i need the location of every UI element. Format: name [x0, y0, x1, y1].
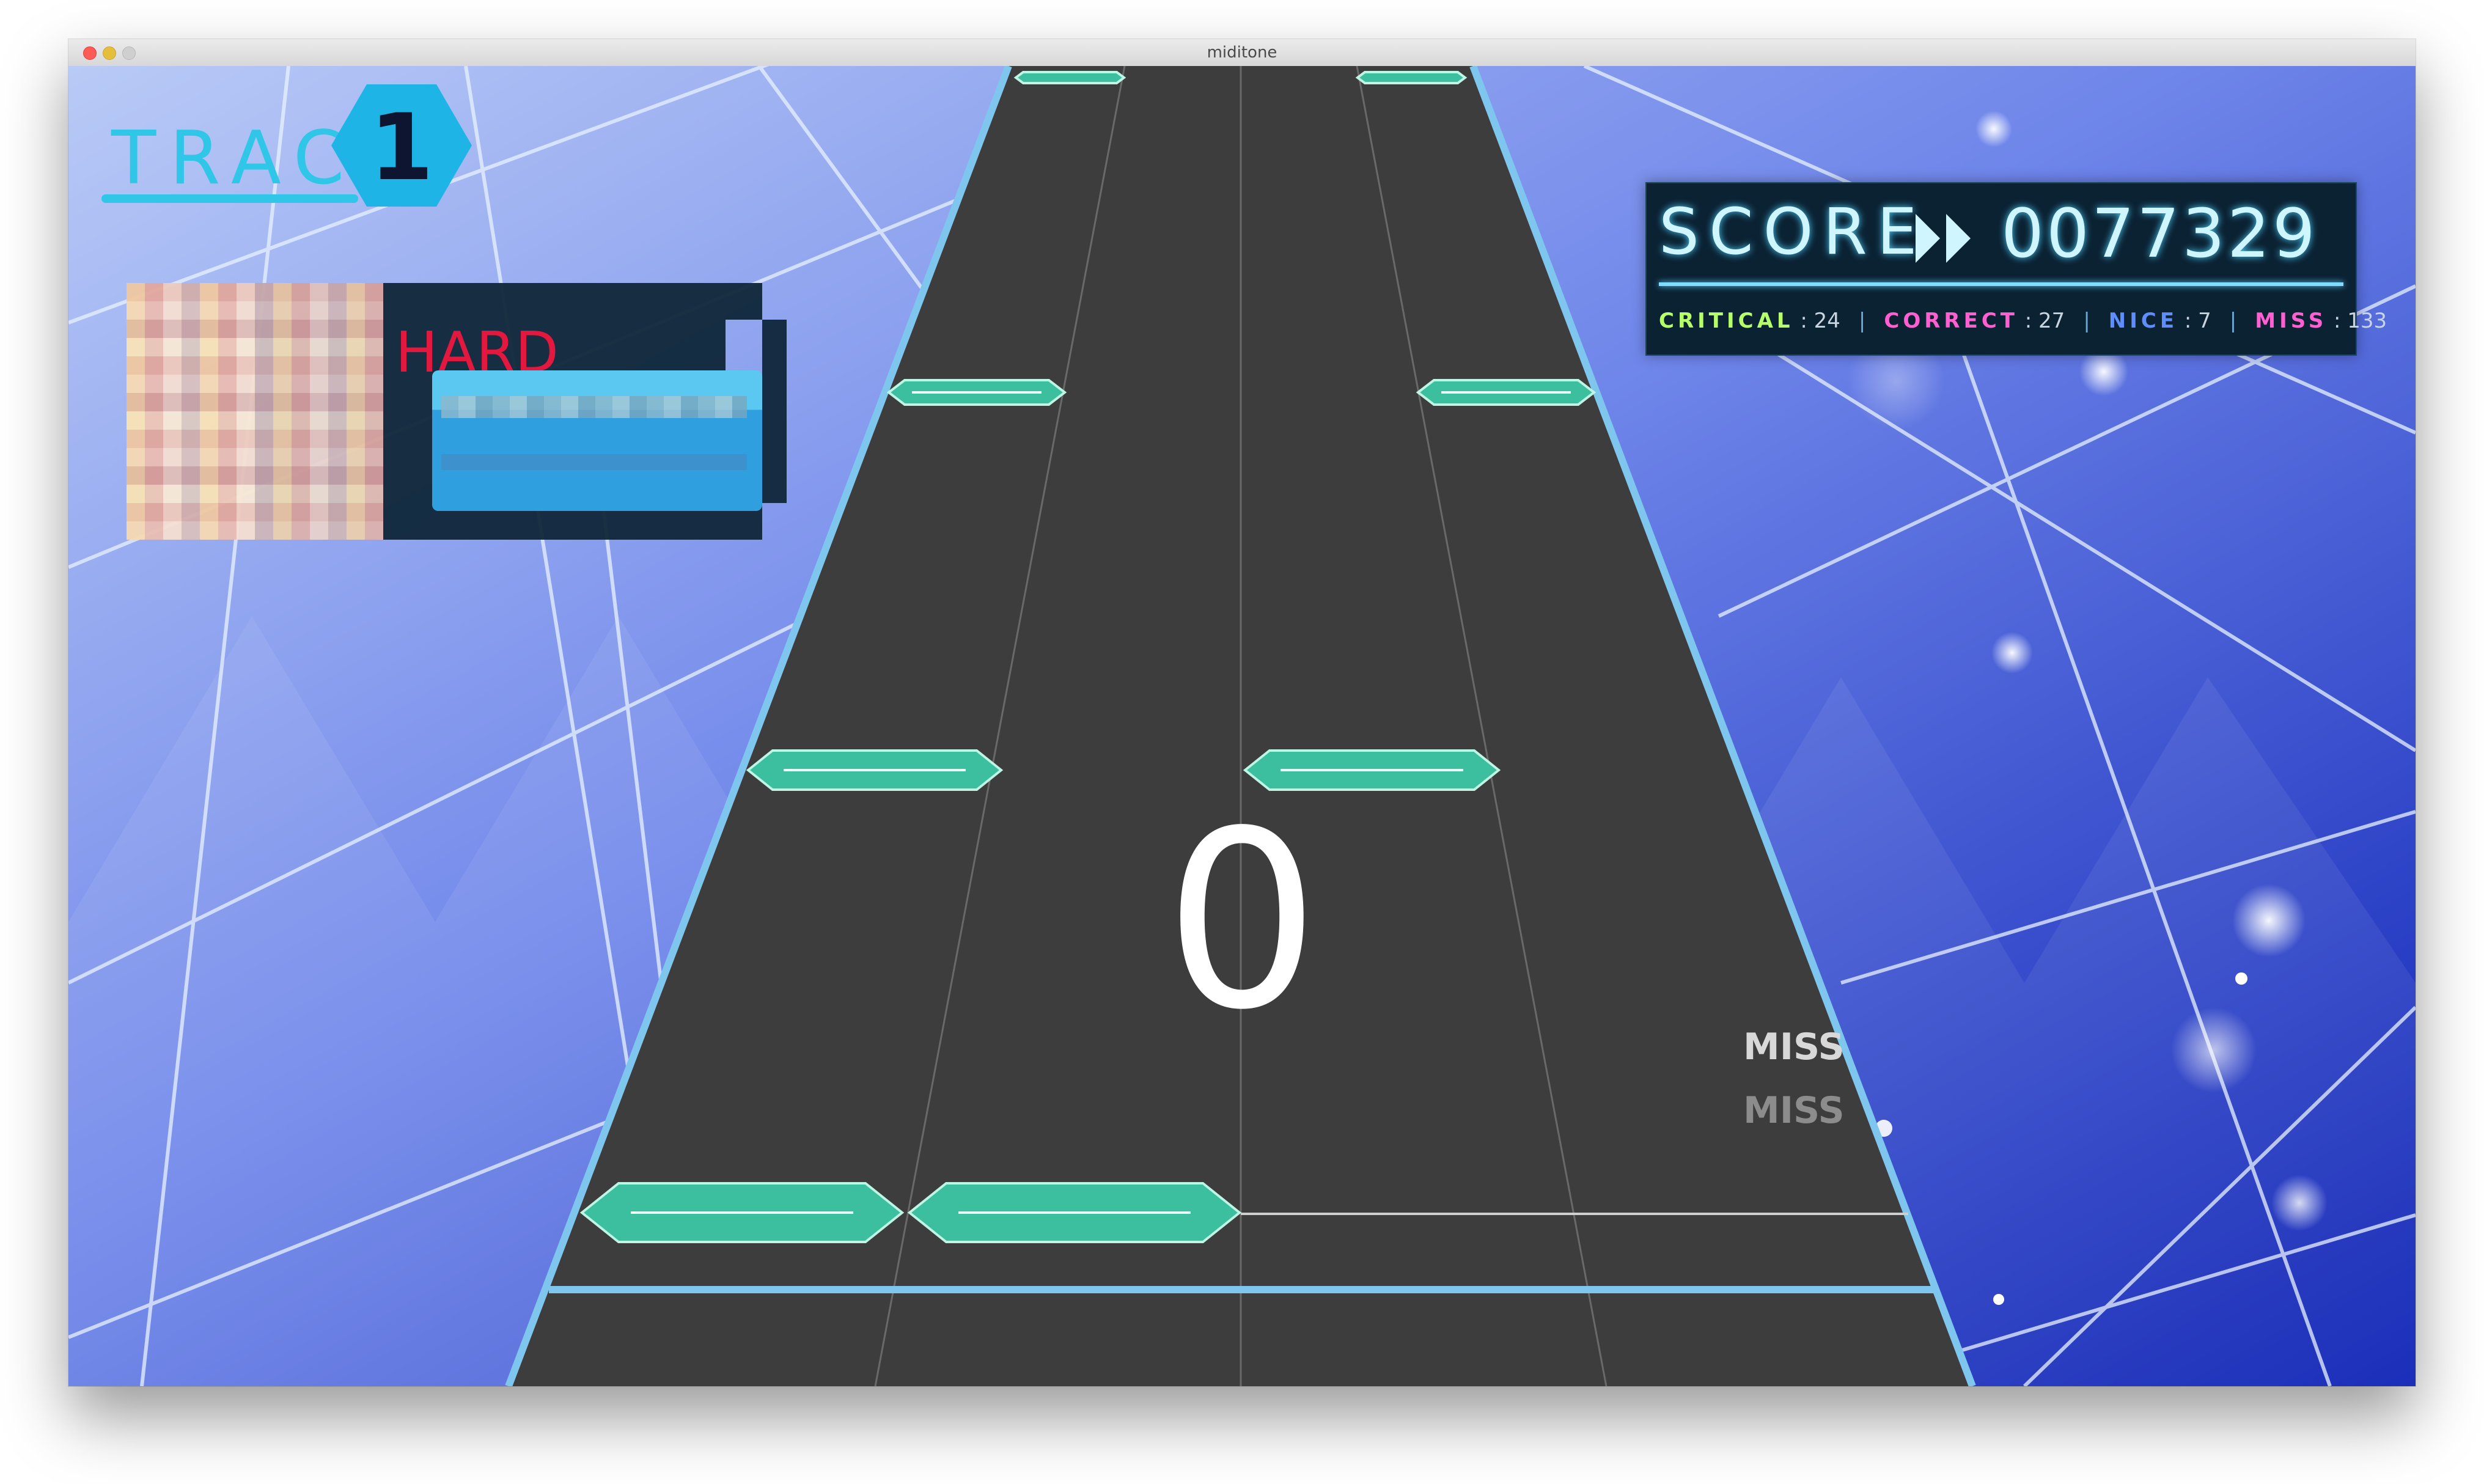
- track-number: 1: [369, 95, 434, 201]
- song-title-obscured: [441, 396, 747, 418]
- double-arrow-icon: [1916, 214, 1971, 263]
- count-nice-key: NICE: [2108, 309, 2178, 333]
- count-critical: CRITICAL : 24: [1659, 309, 1840, 333]
- count-correct-key: CORRECT: [1884, 309, 2018, 333]
- score-label: SCORE: [1659, 194, 1927, 269]
- song-artist-obscured: [441, 454, 747, 470]
- song-title-bar: [432, 370, 762, 511]
- count-miss-key: MISS: [2255, 309, 2328, 333]
- game-window: miditone TRACK 1 HARD SCORE 0077329 CRIT…: [68, 39, 2416, 1386]
- score-value: 0077329: [2001, 194, 2318, 273]
- judgement-text: MISS: [1743, 1089, 1845, 1132]
- count-critical-key: CRITICAL: [1659, 309, 1794, 333]
- window-title: miditone: [1207, 43, 1277, 62]
- count-correct: CORRECT : 27: [1884, 309, 2065, 333]
- album-jacket-image: [127, 283, 383, 540]
- song-info-card: HARD: [127, 283, 787, 540]
- judgement-text: MISS: [1743, 1026, 1845, 1068]
- count-nice: NICE : 7: [2108, 309, 2211, 333]
- judgement-counts: CRITICAL : 24 | CORRECT : 27 | NICE : 7 | MISS…: [1659, 309, 2387, 333]
- count-correct-value: 27: [2038, 309, 2065, 333]
- track-underline: [101, 194, 358, 203]
- count-critical-value: 24: [1813, 309, 1840, 333]
- count-miss: MISS : 133: [2255, 309, 2387, 333]
- title-bar[interactable]: miditone: [68, 39, 2416, 67]
- count-miss-value: 133: [2347, 309, 2387, 333]
- count-nice-value: 7: [2198, 309, 2211, 333]
- game-stage: TRACK 1 HARD SCORE 0077329 CRITICAL: 24…: [68, 66, 2416, 1386]
- score-panel: SCORE 0077329 CRITICAL : 24 | CORRECT : 27…: [1645, 182, 2387, 356]
- score-divider: [1659, 282, 2343, 286]
- combo-counter: 0: [1164, 779, 1320, 1063]
